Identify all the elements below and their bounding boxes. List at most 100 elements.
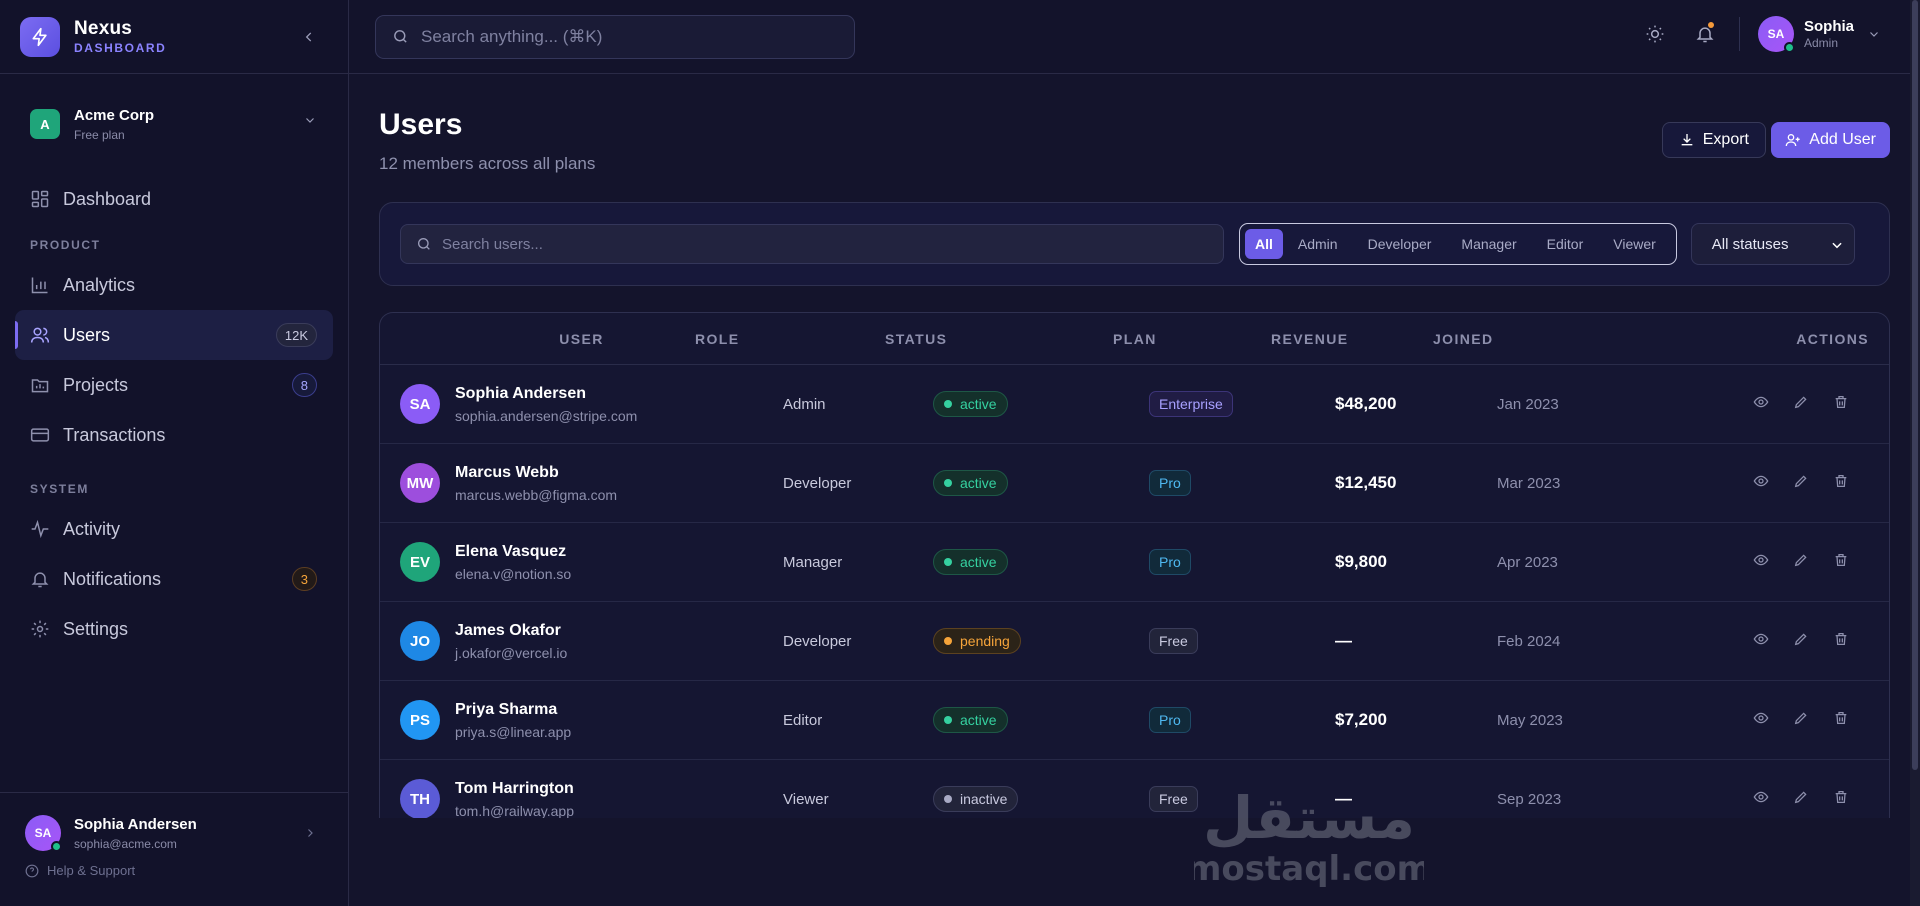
trash-icon bbox=[1833, 789, 1849, 810]
view-user-button[interactable] bbox=[1741, 552, 1781, 573]
joined-cell: May 2023 bbox=[1497, 711, 1563, 729]
view-user-button[interactable] bbox=[1741, 710, 1781, 731]
sidebar: Nexus DASHBOARD A Acme Corp Free plan Da… bbox=[0, 0, 349, 906]
avatar: SA bbox=[400, 384, 440, 424]
actions-cell bbox=[1709, 789, 1889, 810]
role-filter-all[interactable]: All bbox=[1245, 229, 1283, 259]
eye-icon bbox=[1753, 394, 1769, 415]
user-cell: TH Tom Harrington tom.h@railway.app bbox=[380, 779, 783, 818]
edit-user-button[interactable] bbox=[1781, 789, 1821, 810]
sidebar-item-users[interactable]: Users 12K bbox=[15, 310, 333, 360]
table-row[interactable]: MW Marcus Webb marcus.webb@figma.com Dev… bbox=[380, 444, 1889, 523]
notifications-button[interactable] bbox=[1685, 14, 1725, 54]
view-user-button[interactable] bbox=[1741, 473, 1781, 494]
help-support-link[interactable]: Help & Support bbox=[0, 851, 348, 878]
view-user-button[interactable] bbox=[1741, 394, 1781, 415]
user-search-input[interactable]: Search users... bbox=[400, 224, 1224, 264]
topbar-actions: SA Sophia Admin bbox=[1625, 14, 1880, 54]
plan-badge: Pro bbox=[1149, 470, 1191, 496]
role-cell: Developer bbox=[783, 632, 852, 650]
table-row[interactable]: EV Elena Vasquez elena.v@notion.so Manag… bbox=[380, 523, 1889, 602]
table-row[interactable]: PS Priya Sharma priya.s@linear.app Edito… bbox=[380, 681, 1889, 760]
avatar: SA bbox=[1757, 16, 1795, 53]
sidebar-item-settings[interactable]: Settings bbox=[15, 604, 333, 654]
column-header-revenue[interactable]: REVENUE bbox=[1247, 331, 1409, 347]
edit-user-button[interactable] bbox=[1781, 631, 1821, 652]
users-count-badge: 12K bbox=[275, 323, 317, 347]
export-label: Export bbox=[1702, 131, 1749, 148]
status-cell: inactive bbox=[933, 786, 1149, 812]
online-indicator bbox=[51, 841, 62, 852]
sidebar-item-label: Settings bbox=[63, 618, 129, 639]
role-filter-developer[interactable]: Developer bbox=[1353, 229, 1447, 259]
role-cell: Admin bbox=[783, 395, 826, 413]
edit-user-button[interactable] bbox=[1781, 552, 1821, 573]
column-header-plan[interactable]: PLAN bbox=[1061, 331, 1247, 347]
role-filter-manager[interactable]: Manager bbox=[1446, 229, 1531, 259]
role-filter-editor[interactable]: Editor bbox=[1532, 229, 1599, 259]
edit-user-button[interactable] bbox=[1781, 394, 1821, 415]
trash-icon bbox=[1833, 394, 1849, 415]
chevron-down-icon bbox=[1832, 242, 1842, 249]
sidebar-item-notifications[interactable]: Notifications 3 bbox=[15, 554, 333, 604]
delete-user-button[interactable] bbox=[1821, 710, 1861, 731]
pencil-icon bbox=[1793, 789, 1809, 810]
sidebar-item-projects[interactable]: Projects 8 bbox=[15, 360, 333, 410]
status-label: pending bbox=[960, 633, 1010, 649]
pencil-icon bbox=[1793, 473, 1809, 494]
table-row[interactable]: SA Sophia Andersen sophia.andersen@strip… bbox=[380, 365, 1889, 444]
role-filter-admin[interactable]: Admin bbox=[1283, 229, 1353, 259]
column-header-status[interactable]: STATUS bbox=[845, 331, 1061, 347]
edit-user-button[interactable] bbox=[1781, 710, 1821, 731]
user-email: elena.v@notion.so bbox=[455, 565, 572, 582]
add-user-button[interactable]: Add User bbox=[1771, 122, 1890, 158]
chevron-right-icon bbox=[308, 829, 313, 837]
scrollbar-thumb[interactable] bbox=[1912, 0, 1918, 770]
org-switcher[interactable]: A Acme Corp Free plan bbox=[0, 74, 348, 174]
delete-user-button[interactable] bbox=[1821, 552, 1861, 573]
export-button[interactable]: Export bbox=[1661, 122, 1766, 158]
main-nav: Dashboard bbox=[0, 174, 348, 224]
theme-toggle-button[interactable] bbox=[1635, 14, 1675, 54]
page-scrollbar[interactable] bbox=[1910, 0, 1920, 906]
table-row[interactable]: TH Tom Harrington tom.h@railway.app View… bbox=[380, 760, 1889, 818]
account-menu[interactable]: SA Sophia Andersen sophia@acme.com bbox=[0, 793, 348, 852]
sidebar-item-label: Notifications bbox=[63, 568, 162, 589]
table-row[interactable]: JO James Okafor j.okafor@vercel.io Devel… bbox=[380, 602, 1889, 681]
user-plus-icon bbox=[1785, 134, 1800, 147]
sidebar-item-activity[interactable]: Activity bbox=[15, 504, 333, 554]
status-badge: active bbox=[933, 707, 1008, 733]
sidebar-item-label: Activity bbox=[63, 518, 121, 539]
column-header-actions: ACTIONS bbox=[1796, 330, 1869, 347]
column-header-joined[interactable]: JOINED bbox=[1409, 331, 1621, 347]
role-filter-viewer[interactable]: Viewer bbox=[1598, 229, 1671, 259]
delete-user-button[interactable] bbox=[1821, 789, 1861, 810]
view-user-button[interactable] bbox=[1741, 631, 1781, 652]
delete-user-button[interactable] bbox=[1821, 473, 1861, 494]
delete-user-button[interactable] bbox=[1821, 631, 1861, 652]
eye-icon bbox=[1753, 789, 1769, 810]
collapse-sidebar-button[interactable] bbox=[296, 24, 322, 50]
avatar-initials: SA bbox=[1767, 27, 1785, 41]
sidebar-item-analytics[interactable]: Analytics bbox=[15, 260, 333, 310]
sidebar-item-transactions[interactable]: Transactions bbox=[15, 410, 333, 460]
org-plan: Free plan bbox=[74, 127, 125, 142]
global-search-input[interactable]: Search anything... (⌘K) bbox=[375, 14, 855, 59]
column-header-role[interactable]: ROLE bbox=[695, 331, 845, 347]
avatar: EV bbox=[400, 542, 440, 582]
sidebar-item-label: Users bbox=[63, 324, 111, 345]
user-menu[interactable]: SA Sophia Admin bbox=[1757, 16, 1880, 53]
nav-section-product: PRODUCT bbox=[30, 238, 101, 252]
sidebar-item-dashboard[interactable]: Dashboard bbox=[15, 174, 333, 224]
status-badge: active bbox=[933, 549, 1008, 575]
pencil-icon bbox=[1793, 552, 1809, 573]
edit-user-button[interactable] bbox=[1781, 473, 1821, 494]
user-name: Sophia Andersen bbox=[455, 384, 586, 402]
status-badge: active bbox=[933, 470, 1008, 496]
view-user-button[interactable] bbox=[1741, 789, 1781, 810]
status-filter-select[interactable]: All statuses bbox=[1690, 223, 1855, 265]
notifications-count-badge: 3 bbox=[291, 567, 317, 591]
plan-badge: Free bbox=[1149, 786, 1198, 812]
system-nav: Activity Notifications 3 Settings bbox=[0, 504, 348, 654]
delete-user-button[interactable] bbox=[1821, 394, 1861, 415]
